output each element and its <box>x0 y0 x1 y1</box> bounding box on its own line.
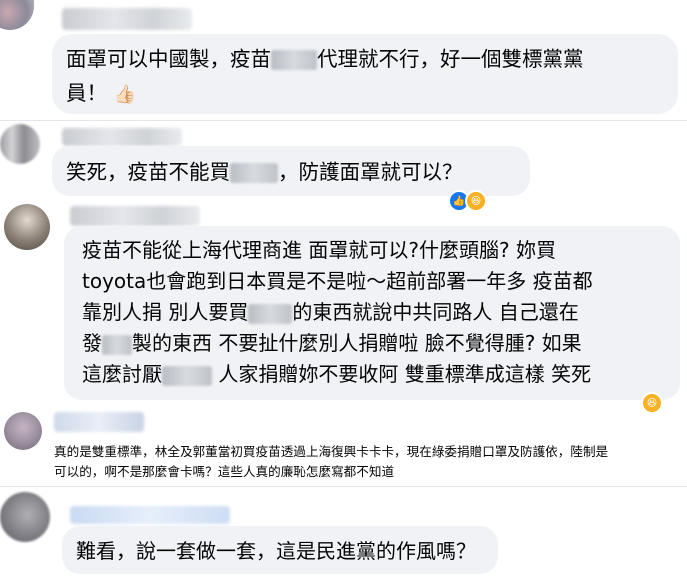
avatar[interactable] <box>0 492 50 542</box>
avatar[interactable] <box>4 204 50 250</box>
haha-icon: 😆 <box>641 392 663 414</box>
comment-text: 難看，說一套做一套，這是民進黨的作風嗎？ <box>76 539 476 563</box>
commenter-name[interactable] <box>70 506 230 524</box>
avatar[interactable] <box>4 412 42 450</box>
comment-text: 靠別人捐 別人要買 的東西就說中共同路人 自己還在 <box>82 300 579 324</box>
redaction-mask <box>102 334 132 355</box>
comment-text: 發製的東西 不要扯什麼別人捐贈啦 臉不覺得腫? 如果 <box>82 331 582 355</box>
redaction-mask <box>230 163 278 183</box>
commenter-name[interactable] <box>70 206 200 226</box>
reaction-summary[interactable]: 😆 <box>641 392 663 414</box>
comment-text: 員！ 👍🏻 <box>66 81 136 105</box>
comment-text: 笑死，疫苗不能買 ，防護面罩就可以？ <box>66 160 463 184</box>
avatar[interactable] <box>0 124 40 164</box>
thumbs-up-emoji-icon: 👍🏻 <box>113 84 136 105</box>
comment-text: 真的是雙重標準，林全及郭董當初買疫苗透過上海復興卡卡卡，現在綠委捐贈口罩及防護依… <box>54 444 609 459</box>
commenter-name[interactable] <box>62 128 182 146</box>
commenter-name[interactable] <box>54 412 144 432</box>
haha-icon: 😆 <box>465 190 487 212</box>
comment-text: 疫苗不能從上海代理商進 面罩就可以?什麼頭腦? 妳買 <box>82 238 556 262</box>
comment-text: toyota也會跑到日本買是不是啦～超前部署一年多 疫苗都 <box>82 269 593 293</box>
redaction-mask <box>162 365 212 386</box>
commenter-name[interactable] <box>62 8 192 30</box>
avatar[interactable] <box>0 0 34 30</box>
comment-text: 可以的，啊不是那麼會卡嗎？這些人真的廉恥怎麼寫都不知道 <box>54 464 395 479</box>
redaction-mask <box>248 303 293 324</box>
comment-text: 這麼討厭 人家捐贈妳不要收阿 雙重標準成這樣 笑死 <box>82 362 592 386</box>
reaction-summary[interactable]: 👍 😆 <box>448 190 487 212</box>
comment-text: 面罩可以中國製，疫苗 代理就不行，好一個雙標黨黨 <box>66 47 584 71</box>
redaction-mask <box>271 50 317 70</box>
